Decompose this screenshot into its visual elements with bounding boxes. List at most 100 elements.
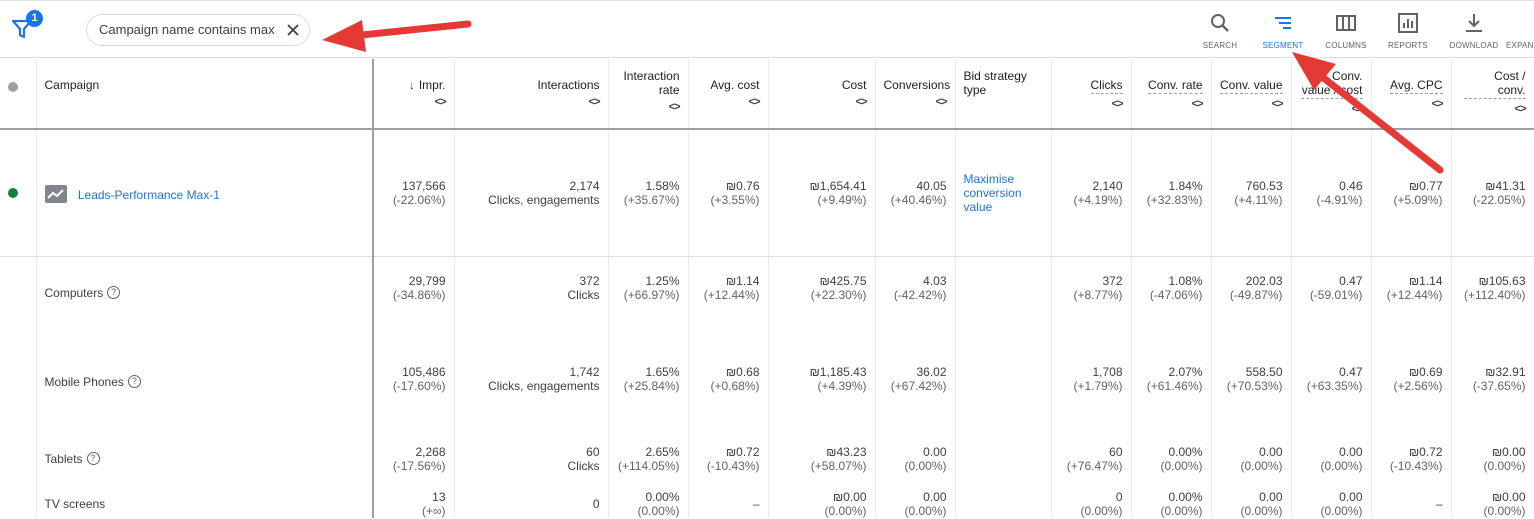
conv-value-cost-cell: 0.47 (-59.01%)	[1291, 256, 1372, 348]
avg-cost-cell: ₪0.68 (+0.68%)	[688, 348, 769, 428]
interactions-cell: 372 Clicks	[454, 256, 609, 348]
sort-toggle-icon[interactable]: <>	[1140, 97, 1204, 111]
filter-count-badge: 1	[26, 10, 43, 27]
cost-cell: ₪43.23 (+58.07%)	[768, 428, 876, 473]
conv-value-cost-column-header[interactable]: Conv. value / cost <>	[1291, 59, 1372, 130]
conv-rate-cell: 2.07% (+61.46%)	[1131, 348, 1212, 428]
conv-value-cost-cell: 0.00 (0.00%)	[1291, 473, 1372, 518]
campaign-row: Leads-Performance Max-1 137,566 (-22.06%)…	[0, 129, 1534, 257]
conv-value-cell: 558.50 (+70.53%)	[1211, 348, 1292, 428]
conv-value-column-header[interactable]: Conv. value <>	[1211, 59, 1292, 130]
help-icon[interactable]: ?	[107, 285, 121, 299]
search-button[interactable]: SEARCH	[1190, 11, 1250, 50]
interactions-cell: 0	[454, 473, 609, 518]
performance-max-icon	[44, 185, 67, 203]
empty-cell	[0, 348, 37, 428]
bid-strategy-cell: Maximise conversion value	[955, 129, 1052, 257]
sort-toggle-icon[interactable]: <>	[697, 95, 761, 109]
expand-button[interactable]: EXPAND	[1506, 11, 1534, 50]
conversions-cell: 0.00 (0.00%)	[875, 428, 956, 473]
cost-column-header[interactable]: Cost <>	[768, 59, 876, 130]
campaign-table: Campaign ↓ Impr. <> Interactions <> Interac…	[0, 59, 1534, 518]
download-label: DOWNLOAD	[1449, 41, 1499, 50]
impr-cell: 13 (+∞)	[373, 473, 455, 518]
sort-toggle-icon[interactable]: <>	[1060, 97, 1124, 111]
status-enabled-dot	[8, 188, 18, 198]
clicks-cell: 372 (+8.77%)	[1051, 256, 1132, 348]
help-icon[interactable]: ?	[86, 452, 100, 465]
campaign-name-link[interactable]: Leads-Performance Max-1	[78, 188, 220, 202]
download-icon	[1466, 14, 1482, 32]
empty-cell	[0, 256, 37, 348]
conv-rate-cell: 0.00% (0.00%)	[1131, 473, 1212, 518]
cost-conv-column-header[interactable]: Cost / conv. <>	[1451, 59, 1534, 130]
sort-toggle-icon[interactable]: <>	[463, 95, 601, 109]
sort-toggle-icon[interactable]: <>	[884, 95, 948, 109]
conv-rate-cell: 0.00% (0.00%)	[1131, 428, 1212, 473]
sort-toggle-icon[interactable]: <>	[1220, 97, 1284, 111]
cost-conv-cell: ₪105.63 (+112.40%)	[1451, 256, 1534, 348]
expand-icon	[1506, 11, 1534, 35]
conv-value-cost-cell: 0.00 (0.00%)	[1291, 428, 1372, 473]
close-icon[interactable]	[285, 22, 301, 38]
cost-cell: ₪1,185.43 (+4.39%)	[768, 348, 876, 428]
clicks-column-header[interactable]: Clicks <>	[1051, 59, 1132, 130]
conversions-cell: 0.00 (0.00%)	[875, 473, 956, 518]
interaction-rate-cell: 2.65% (+114.05%)	[608, 428, 689, 473]
interaction-rate-cell: 0.00% (0.00%)	[608, 473, 689, 518]
impr-cell: 137,566 (-22.06%)	[373, 129, 455, 257]
avg-cpc-cell: ₪0.72 (-10.43%)	[1371, 428, 1452, 473]
filter-button[interactable]: 1	[8, 9, 44, 45]
avg-cpc-column-header[interactable]: Avg. CPC <>	[1371, 59, 1452, 130]
sort-desc-icon: ↓	[408, 78, 415, 92]
bid-strategy-column-header[interactable]: Bid strategy type	[955, 59, 1052, 130]
impr-cell: 2,268 (-17.56%)	[373, 428, 455, 473]
interactions-column-header[interactable]: Interactions <>	[454, 59, 609, 130]
status-cell[interactable]	[0, 129, 37, 257]
conversions-column-header[interactable]: Conversions <>	[875, 59, 956, 130]
conv-rate-cell: 1.84% (+32.83%)	[1131, 129, 1212, 257]
sort-toggle-icon[interactable]: <>	[617, 100, 681, 114]
interactions-cell: 60 Clicks	[454, 428, 609, 473]
impr-column-header[interactable]: ↓ Impr. <>	[373, 59, 455, 130]
avg-cpc-cell: ₪1.14 (+12.44%)	[1371, 256, 1452, 348]
conv-rate-column-header[interactable]: Conv. rate <>	[1131, 59, 1212, 130]
bid-strategy-link[interactable]: Maximise conversion value	[964, 172, 1044, 214]
avg-cost-column-header[interactable]: Avg. cost <>	[688, 59, 769, 130]
sort-toggle-icon[interactable]: <>	[1460, 102, 1527, 116]
sort-toggle-icon[interactable]: <>	[382, 95, 447, 109]
segment-label: SEGMENT	[1262, 41, 1304, 50]
avg-cost-cell: ₪1.14 (+12.44%)	[688, 256, 769, 348]
sort-toggle-icon[interactable]: <>	[1300, 102, 1364, 116]
cost-conv-cell: ₪32.91 (-37.65%)	[1451, 348, 1534, 428]
segment-name-cell: Mobile Phones?	[36, 348, 374, 428]
cost-conv-cell: ₪0.00 (0.00%)	[1451, 428, 1534, 473]
table-header-row: Campaign ↓ Impr. <> Interactions <> Interac…	[0, 59, 1534, 130]
interaction-rate-cell: 1.58% (+35.67%)	[608, 129, 689, 257]
avg-cost-cell: ₪0.76 (+3.55%)	[688, 129, 769, 257]
bid-strategy-cell	[955, 256, 1052, 348]
campaign-column-header[interactable]: Campaign	[36, 59, 374, 130]
columns-icon	[1336, 15, 1356, 31]
clicks-cell: 1,708 (+1.79%)	[1051, 348, 1132, 428]
filter-chip[interactable]: Campaign name contains max	[86, 14, 310, 46]
columns-button[interactable]: COLUMNS	[1316, 11, 1376, 50]
cost-conv-cell: ₪41.31 (-22.05%)	[1451, 129, 1534, 257]
bid-strategy-cell	[955, 473, 1052, 518]
download-button[interactable]: DOWNLOAD	[1444, 11, 1504, 50]
reports-button[interactable]: REPORTS	[1378, 11, 1438, 50]
interaction-rate-column-header[interactable]: Interaction rate <>	[608, 59, 689, 130]
sort-toggle-icon[interactable]: <>	[777, 95, 868, 109]
segment-row-mobile-phones: Mobile Phones? 105,486 (-17.60%) 1,742 Cli…	[0, 348, 1534, 428]
clicks-cell: 2,140 (+4.19%)	[1051, 129, 1132, 257]
conv-value-cost-cell: 0.47 (+63.35%)	[1291, 348, 1372, 428]
segment-button[interactable]: SEGMENT	[1253, 11, 1313, 50]
expand-label: EXPAND	[1506, 41, 1534, 50]
impr-cell: 105,486 (-17.60%)	[373, 348, 455, 428]
sort-toggle-icon[interactable]: <>	[1380, 97, 1444, 111]
conv-value-cost-cell: 0.46 (-4.91%)	[1291, 129, 1372, 257]
segment-name-cell: Tablets?	[36, 428, 374, 473]
status-column-header[interactable]	[0, 59, 37, 130]
interactions-cell: 2,174 Clicks, engagements	[454, 129, 609, 257]
help-icon[interactable]: ?	[127, 375, 141, 388]
